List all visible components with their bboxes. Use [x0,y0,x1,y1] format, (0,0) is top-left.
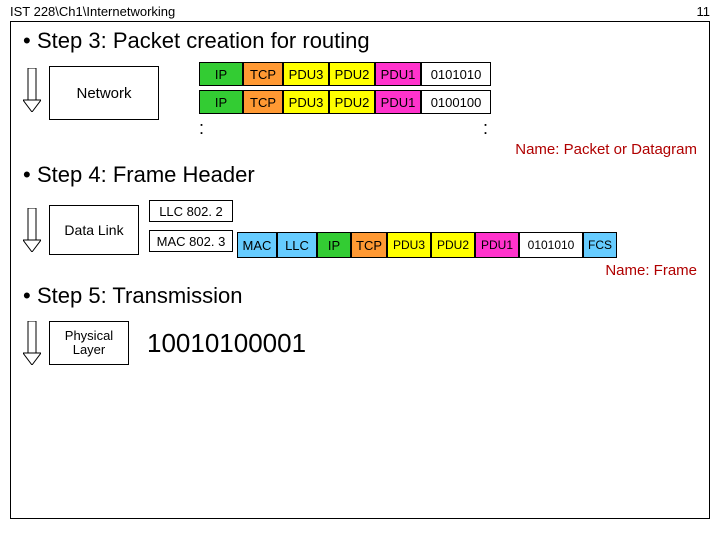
pdu3-cell: PDU3 [283,90,329,114]
datalink-layer-box: Data Link [49,205,139,255]
step3-title: •Step 3: Packet creation for routing [15,26,705,62]
network-layer-box: Network [49,66,159,120]
mac-cell: MAC [237,232,277,258]
llc-box: LLC 802. 2 [149,200,233,222]
mac-box: MAC 802. 3 [149,230,233,252]
bits-cell: 0100100 [421,90,491,114]
llc-cell: LLC [277,232,317,258]
ellipsis: : [199,118,205,139]
tcp-cell: TCP [243,62,283,86]
slide-body: •Step 3: Packet creation for routing Net… [10,21,710,519]
ip-cell: IP [199,90,243,114]
down-arrow-icon [15,321,49,365]
tcp-cell: TCP [243,90,283,114]
bits-cell: 0101010 [519,232,583,258]
transmission-bits: 10010100001 [147,328,306,359]
frame-row: MAC LLC IP TCP PDU3 PDU2 PDU1 0101010 FC… [237,232,617,258]
ip-cell: IP [317,232,351,258]
ellipsis: : [483,118,489,139]
tcp-cell: TCP [351,232,387,258]
packet-row: IP TCP PDU3 PDU2 PDU1 0101010 [199,62,491,86]
pdu2-cell: PDU2 [329,62,375,86]
pdu3-cell: PDU3 [387,232,431,258]
pdu1-cell: PDU1 [475,232,519,258]
fcs-cell: FCS [583,232,617,258]
down-arrow-icon [15,62,49,112]
bits-cell: 0101010 [421,62,491,86]
pdu2-cell: PDU2 [431,232,475,258]
pdu1-cell: PDU1 [375,90,421,114]
step4-title: •Step 4: Frame Header [15,158,705,196]
pdu3-cell: PDU3 [283,62,329,86]
step5-title: •Step 5: Transmission [15,279,705,317]
pdu2-cell: PDU2 [329,90,375,114]
page-number: 11 [697,4,711,19]
packet-row: IP TCP PDU3 PDU2 PDU1 0100100 [199,90,491,114]
frame-name-label: Name: Frame [15,262,705,279]
pdu1-cell: PDU1 [375,62,421,86]
physical-layer-box: Physical Layer [49,321,129,365]
packet-name-label: Name: Packet or Datagram [15,141,705,158]
ip-cell: IP [199,62,243,86]
down-arrow-icon [15,208,49,252]
breadcrumb-path: IST 228\Ch1\Internetworking [10,4,175,19]
